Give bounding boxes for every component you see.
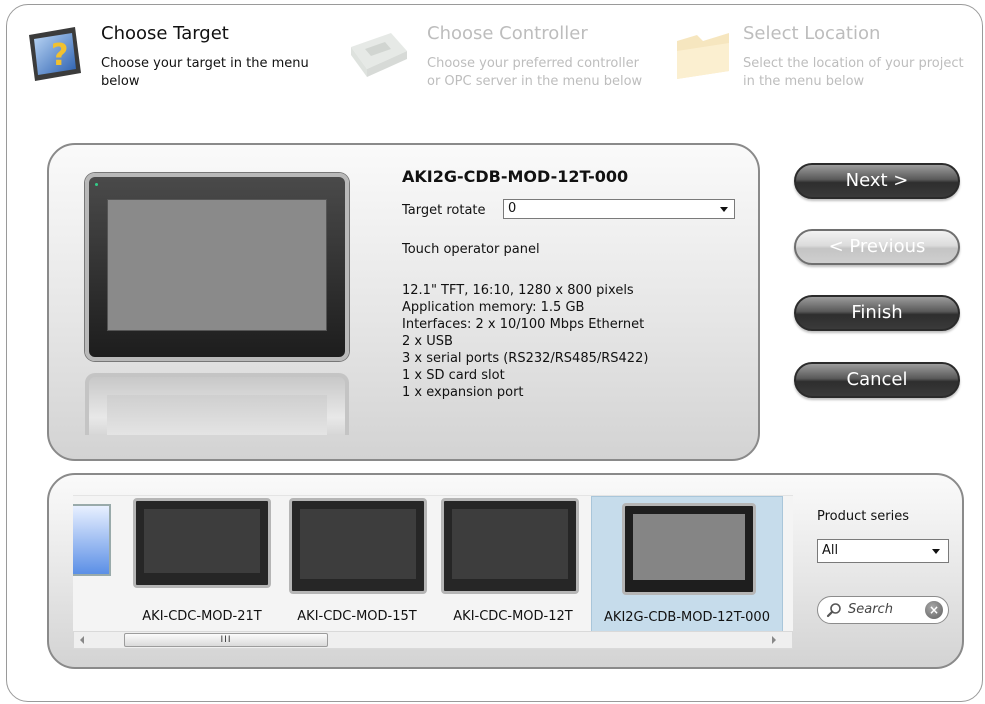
cancel-button[interactable]: Cancel: [794, 362, 960, 398]
scroll-left-icon[interactable]: [80, 636, 84, 644]
svg-text:?: ?: [51, 38, 68, 73]
gallery-tile-name: AKI2G-CDB-MOD-12T-000: [604, 610, 770, 625]
target-device-image: [85, 173, 349, 361]
step-title: Choose Target: [101, 23, 229, 44]
product-series-value: All: [822, 543, 839, 558]
step-description-line1: Choose your target in the menu: [101, 56, 309, 71]
thumbnail-screen: [452, 509, 568, 579]
gallery-tile[interactable]: AKI-CDC-MOD-15T: [281, 496, 433, 632]
device-thumbnail: [622, 503, 756, 595]
step-title: Choose Controller: [427, 23, 588, 44]
gallery-scrollbar[interactable]: III: [73, 631, 793, 649]
spec-line: Interfaces: 2 x 10/100 Mbps Ethernet: [402, 317, 645, 332]
target-gallery-strip[interactable]: AKI-CDC-MOD-21T AKI-CDC-MOD-15T AKI-CDC-…: [73, 495, 793, 632]
device-thumbnail: [133, 498, 271, 588]
target-details-panel: AKI2G-CDB-MOD-12T-000 Target rotate 0 To…: [47, 143, 760, 461]
gallery-tile-name: AKI-CDC-MOD-12T: [453, 609, 573, 624]
partial-thumbnail: [73, 504, 111, 576]
search-icon: [826, 603, 841, 618]
device-screen: [107, 199, 327, 331]
target-gallery-panel: AKI-CDC-MOD-21T AKI-CDC-MOD-15T AKI-CDC-…: [47, 473, 964, 669]
spec-line: 3 x serial ports (RS232/RS485/RS422): [402, 351, 649, 366]
target-rotate-label: Target rotate: [402, 203, 486, 218]
device-thumbnail: [289, 498, 427, 594]
gallery-tile-partial[interactable]: [73, 496, 125, 632]
folder-icon: [677, 33, 729, 79]
scrollbar-thumb[interactable]: III: [124, 633, 328, 647]
gallery-tile-name: AKI-CDC-MOD-21T: [142, 609, 262, 624]
thumbnail-screen: [633, 514, 745, 580]
gallery-tile-selected[interactable]: AKI2G-CDB-MOD-12T-000: [591, 496, 783, 632]
product-series-label: Product series: [817, 509, 909, 524]
thumbnail-screen: [300, 509, 416, 579]
gallery-tile-name: AKI-CDC-MOD-15T: [297, 609, 417, 624]
thumbnail-screen: [144, 509, 260, 573]
gallery-tile[interactable]: AKI-CDC-MOD-12T: [437, 496, 589, 632]
target-type: Touch operator panel: [402, 242, 540, 257]
clear-search-icon[interactable]: ×: [925, 601, 943, 619]
step-description-line2: or OPC server in the menu below: [427, 74, 643, 89]
spec-line: 2 x USB: [402, 334, 453, 349]
device-reflection: [85, 373, 349, 435]
target-specs: 12.1" TFT, 16:10, 1280 x 800 pixels Appl…: [402, 282, 648, 401]
controller-icon: [351, 33, 407, 77]
next-button[interactable]: Next >: [794, 163, 960, 199]
wizard-window: ? Choose Target Choose your target in th…: [6, 4, 983, 702]
step-description-line2: in the menu below: [743, 74, 865, 89]
search-input[interactable]: Search ×: [817, 596, 949, 624]
target-rotate-select[interactable]: 0: [503, 199, 735, 219]
device-reflection-screen: [107, 395, 327, 435]
step-title: Select Location: [743, 23, 881, 44]
step-description-line2: below: [101, 74, 140, 89]
step-description-line1: Choose your preferred controller: [427, 56, 639, 71]
gallery-tile[interactable]: AKI-CDC-MOD-21T: [127, 496, 277, 632]
target-rotate-value: 0: [508, 201, 517, 216]
chevron-down-icon: [932, 549, 940, 554]
chevron-down-icon: [720, 207, 728, 212]
scroll-right-icon[interactable]: [772, 636, 776, 644]
finish-button[interactable]: Finish: [794, 295, 960, 331]
target-question-icon: ?: [29, 27, 81, 81]
spec-line: 1 x expansion port: [402, 385, 524, 400]
device-led: [95, 183, 98, 186]
target-model-name: AKI2G-CDB-MOD-12T-000: [402, 167, 629, 186]
spec-line: 1 x SD card slot: [402, 368, 505, 383]
spec-line: 12.1" TFT, 16:10, 1280 x 800 pixels: [402, 283, 634, 298]
device-thumbnail: [441, 498, 579, 594]
previous-button[interactable]: < Previous: [794, 229, 960, 265]
search-placeholder: Search: [848, 602, 893, 617]
product-series-select[interactable]: All: [817, 539, 949, 563]
step-description-line1: Select the location of your project: [743, 56, 964, 71]
spec-line: Application memory: 1.5 GB: [402, 300, 585, 315]
